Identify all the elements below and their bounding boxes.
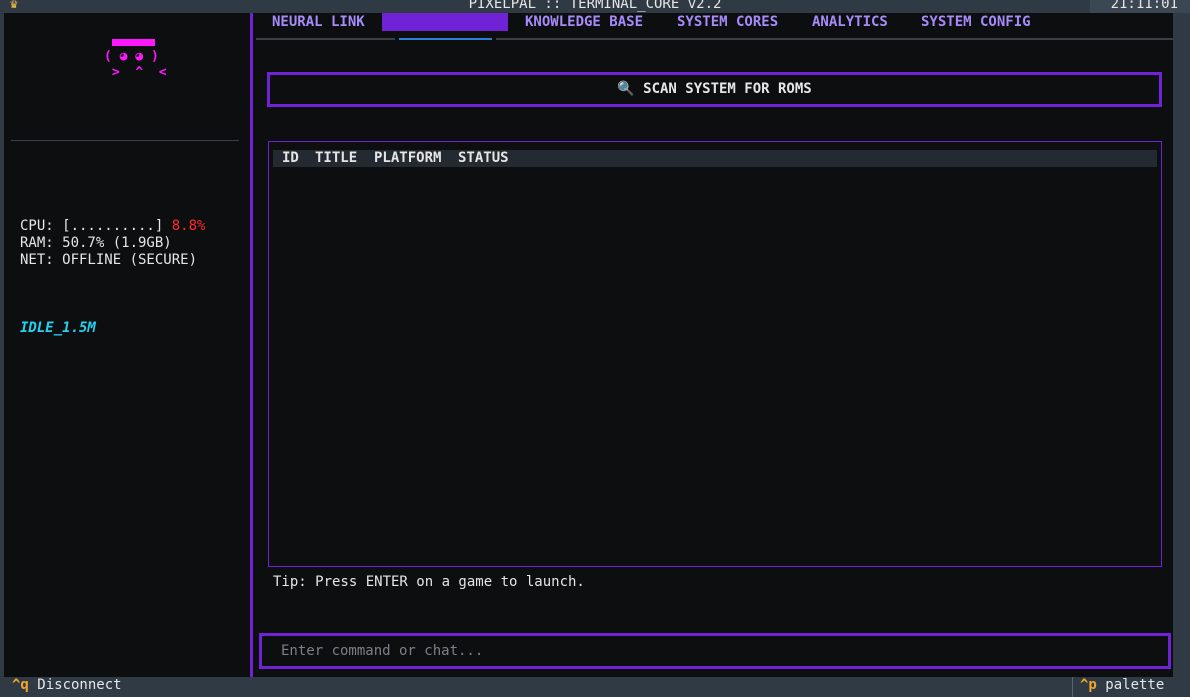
quit-key: ^q <box>12 677 29 693</box>
tab-active[interactable] <box>382 13 508 31</box>
mascot-hat-icon <box>112 39 155 46</box>
app-title: PIXELPAL :: TERMINAL_CORE v2.2 <box>468 0 722 12</box>
column-header-status[interactable]: STATUS <box>458 150 509 167</box>
column-header-id[interactable]: ID <box>282 150 299 167</box>
palette-key: ^p <box>1080 677 1097 693</box>
clock-panel: 21:11:01 <box>1090 0 1190 13</box>
footer-bar: ^q Disconnect ^p palette <box>0 677 1190 697</box>
footer-separator <box>1072 677 1073 697</box>
palette-hotkey[interactable]: ^p palette <box>1072 677 1190 697</box>
column-header-title[interactable]: TITLE <box>315 150 357 167</box>
disconnect-hotkey[interactable]: ^q Disconnect <box>12 677 122 693</box>
mascot-mouth: > ^ < <box>104 65 167 80</box>
net-stat: NET: OFFLINE (SECURE) <box>20 252 198 268</box>
mascot-art: ( ◕ ◕ ) > ^ < <box>104 39 167 81</box>
tab-system-config[interactable]: SYSTEM CONFIG <box>921 13 1031 31</box>
tab-analytics[interactable]: ANALYTICS <box>812 13 888 31</box>
table-header: ID TITLE PLATFORM STATUS <box>273 150 1157 167</box>
cpu-label: CPU: [..........] <box>20 218 172 234</box>
column-header-platform[interactable]: PLATFORM <box>374 150 441 167</box>
cpu-value: 8.8% <box>171 218 206 234</box>
sidebar-divider <box>11 140 239 141</box>
tab-underline-gap <box>492 38 496 40</box>
system-stats: CPU: [..........] 8.8% RAM: 50.7% (1.9GB… <box>20 218 205 269</box>
tab-knowledge-base[interactable]: KNOWLEDGE BASE <box>525 13 643 31</box>
idle-status: IDLE_1.5M <box>20 320 96 336</box>
tab-neural-link[interactable]: NEURAL LINK <box>272 13 365 31</box>
tab-bar: NEURAL LINK KNOWLEDGE BASE SYSTEM CORES … <box>256 13 1174 40</box>
quit-label: Disconnect <box>28 677 122 693</box>
tip-text: Tip: Press ENTER on a game to launch. <box>273 574 585 590</box>
clock-time: 21:11:01 <box>1110 0 1178 12</box>
frame-right-edge <box>1173 13 1190 677</box>
ram-stat: RAM: 50.7% (1.9GB) <box>20 235 172 251</box>
command-input[interactable] <box>259 633 1171 669</box>
title-bar: ♛ PIXELPAL :: TERMINAL_CORE v2.2 21:11:0… <box>0 0 1190 13</box>
rom-table[interactable]: ID TITLE PLATFORM STATUS <box>268 141 1162 567</box>
sidebar-border <box>250 13 253 677</box>
tab-active-indicator <box>399 38 492 40</box>
palette-label: palette <box>1096 677 1165 693</box>
tab-system-cores[interactable]: SYSTEM CORES <box>677 13 778 31</box>
app-window: ♛ PIXELPAL :: TERMINAL_CORE v2.2 21:11:0… <box>0 0 1190 697</box>
scan-roms-button[interactable]: 🔍 SCAN SYSTEM FOR ROMS <box>267 72 1162 107</box>
tab-underline <box>256 38 1174 40</box>
sidebar: ( ◕ ◕ ) > ^ < CPU: [..........] 8.8% RAM… <box>4 13 250 677</box>
mascot-face: ( ◕ ◕ ) <box>104 49 159 64</box>
palette-hotkey-text: ^p palette <box>1080 677 1164 693</box>
